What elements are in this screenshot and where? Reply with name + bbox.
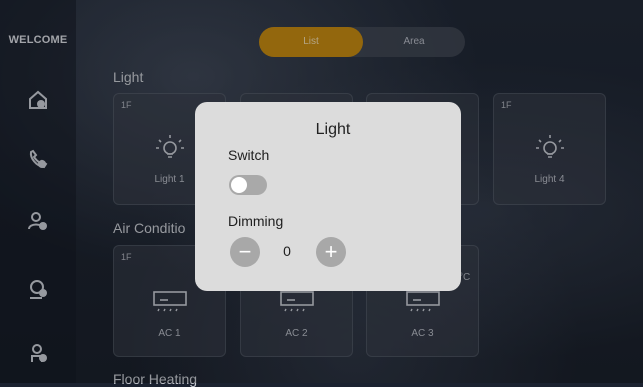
dimming-label: Dimming (228, 213, 284, 229)
increase-button[interactable]: + (316, 237, 346, 267)
switch-label: Switch (228, 147, 270, 163)
dialog-title: Light (315, 121, 351, 138)
toggle-knob (231, 177, 247, 193)
dimming-value: 0 (283, 243, 291, 259)
decrease-button[interactable]: − (230, 237, 260, 267)
light-control-dialog: Light Switch Dimming − 0 + (195, 102, 461, 291)
power-toggle[interactable] (229, 175, 267, 195)
